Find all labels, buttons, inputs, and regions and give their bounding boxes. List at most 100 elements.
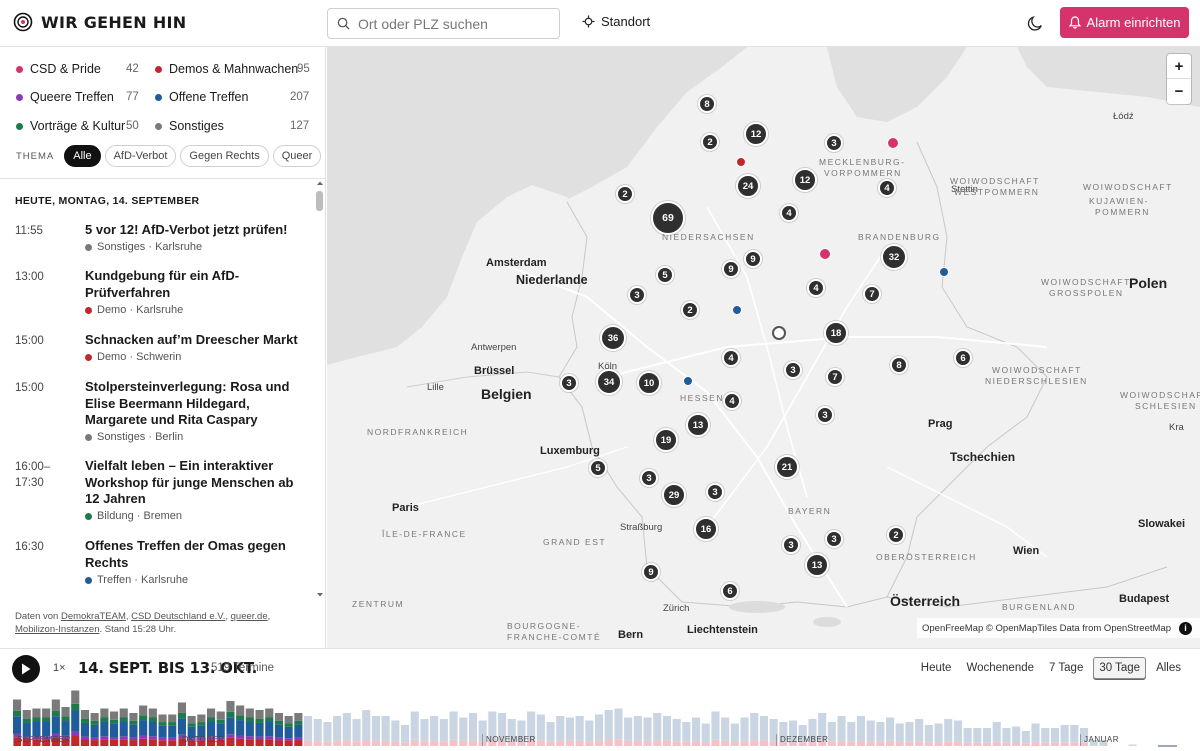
day-bar[interactable] bbox=[644, 718, 652, 747]
day-bar[interactable] bbox=[605, 710, 613, 746]
event-pin[interactable] bbox=[683, 376, 693, 386]
event-item[interactable]: 15:00 Stolpersteinverlegung: Rosa und El… bbox=[15, 379, 310, 451]
day-bar[interactable] bbox=[721, 718, 729, 747]
day-bar[interactable] bbox=[450, 712, 458, 747]
day-bar[interactable] bbox=[741, 718, 749, 747]
logo[interactable]: WIR GEHEN HIN bbox=[13, 12, 186, 32]
day-bar[interactable] bbox=[537, 715, 545, 747]
day-bar[interactable] bbox=[110, 712, 118, 747]
day-bar[interactable] bbox=[944, 719, 952, 746]
event-item[interactable]: 13:00 Kundgebung für ein AfD-Prüfverfahr… bbox=[15, 268, 310, 324]
day-bar[interactable] bbox=[265, 709, 273, 747]
day-bar[interactable] bbox=[867, 721, 875, 747]
period-alles[interactable]: Alles bbox=[1151, 657, 1186, 679]
day-bar[interactable] bbox=[1129, 745, 1137, 747]
day-bar[interactable] bbox=[343, 713, 351, 746]
day-bar[interactable] bbox=[353, 719, 361, 746]
day-bar[interactable] bbox=[964, 728, 972, 746]
day-bar[interactable] bbox=[925, 725, 933, 746]
day-bar[interactable] bbox=[682, 722, 690, 746]
event-cluster[interactable]: 9 bbox=[744, 250, 762, 268]
day-bar[interactable] bbox=[595, 715, 603, 747]
day-bar[interactable] bbox=[1061, 725, 1069, 746]
category-sonstiges[interactable]: Sonstiges 127 bbox=[155, 117, 315, 135]
day-bar[interactable] bbox=[323, 722, 331, 746]
day-bar[interactable] bbox=[81, 710, 89, 746]
event-cluster[interactable]: 21 bbox=[775, 455, 799, 479]
event-cluster[interactable]: 5 bbox=[656, 266, 674, 284]
event-cluster[interactable]: 13 bbox=[805, 553, 829, 577]
category-vortraege[interactable]: Vorträge & Kultur 50 bbox=[16, 117, 146, 135]
day-bar[interactable] bbox=[411, 712, 419, 747]
day-bar[interactable] bbox=[362, 710, 370, 746]
event-cluster[interactable]: 24 bbox=[736, 174, 760, 198]
event-cluster[interactable]: 34 bbox=[596, 369, 622, 395]
event-item[interactable]: 16:00–17:30 Vielfalt leben – Ein interak… bbox=[15, 458, 310, 530]
day-bar[interactable] bbox=[1012, 727, 1020, 747]
day-bar[interactable] bbox=[1051, 728, 1059, 746]
period-heute[interactable]: Heute bbox=[916, 657, 957, 679]
chip-afd-verbot[interactable]: AfD-Verbot bbox=[105, 145, 177, 167]
event-cluster[interactable]: 3 bbox=[784, 361, 802, 379]
chip-gegen-rechts[interactable]: Gegen Rechts bbox=[180, 145, 268, 167]
category-demos[interactable]: Demos & Mahnwachen 95 bbox=[155, 60, 315, 78]
event-pin[interactable] bbox=[887, 137, 899, 149]
day-bar[interactable] bbox=[256, 710, 264, 746]
day-bar[interactable] bbox=[556, 716, 564, 746]
event-cluster[interactable]: 9 bbox=[722, 260, 740, 278]
day-bar[interactable] bbox=[391, 721, 399, 747]
event-pin[interactable] bbox=[732, 305, 742, 315]
event-cluster[interactable]: 32 bbox=[881, 244, 907, 270]
event-cluster[interactable]: 16 bbox=[694, 517, 718, 541]
day-bar[interactable] bbox=[905, 722, 913, 746]
event-cluster[interactable]: 7 bbox=[826, 368, 844, 386]
day-bar[interactable] bbox=[1022, 731, 1030, 746]
day-bar[interactable] bbox=[459, 718, 467, 747]
standort-button[interactable]: Standort bbox=[582, 14, 650, 29]
event-cluster[interactable]: 19 bbox=[654, 428, 678, 452]
event-item[interactable]: 16:30 Offenes Treffen der Omas gegen Rec… bbox=[15, 538, 310, 594]
day-bar[interactable] bbox=[576, 716, 584, 746]
zoom-out-button[interactable]: − bbox=[1167, 79, 1191, 104]
event-cluster[interactable]: 4 bbox=[878, 179, 896, 197]
search-box[interactable] bbox=[327, 8, 560, 39]
info-icon[interactable]: i bbox=[1179, 622, 1192, 635]
event-list[interactable]: HEUTE, MONTAG, 14. SEPTEMBER 11:55 5 vor… bbox=[0, 178, 326, 604]
day-bar[interactable] bbox=[983, 728, 991, 746]
day-bar[interactable] bbox=[566, 718, 574, 747]
period-7-tage[interactable]: 7 Tage bbox=[1044, 657, 1088, 679]
event-cluster[interactable]: 4 bbox=[723, 392, 741, 410]
day-bar[interactable] bbox=[469, 713, 477, 746]
event-cluster[interactable]: 3 bbox=[782, 536, 800, 554]
day-bar[interactable] bbox=[896, 724, 904, 747]
event-cluster[interactable]: 3 bbox=[628, 286, 646, 304]
day-bar[interactable] bbox=[275, 713, 283, 746]
scrollbar[interactable] bbox=[314, 179, 326, 604]
day-bar[interactable] bbox=[71, 691, 79, 747]
source-link[interactable]: Mobilizon-Instanzen bbox=[15, 624, 100, 635]
day-bar[interactable] bbox=[304, 716, 312, 746]
day-bar[interactable] bbox=[624, 718, 632, 747]
event-cluster[interactable]: 5 bbox=[589, 459, 607, 477]
attribution-text[interactable]: OpenFreeMap © OpenMapTiles Data from Ope… bbox=[922, 623, 1171, 634]
day-bar[interactable] bbox=[139, 706, 147, 747]
event-cluster[interactable]: 36 bbox=[600, 325, 626, 351]
scrollbar-thumb[interactable] bbox=[316, 191, 323, 211]
event-cluster[interactable]: 29 bbox=[662, 483, 686, 507]
event-cluster[interactable]: 2 bbox=[887, 526, 905, 544]
event-cluster[interactable]: 8 bbox=[698, 95, 716, 113]
search-input[interactable] bbox=[358, 16, 548, 32]
day-bar[interactable] bbox=[692, 718, 700, 747]
day-bar[interactable] bbox=[294, 713, 302, 746]
event-cluster[interactable]: 13 bbox=[686, 413, 710, 437]
day-bar[interactable] bbox=[149, 709, 157, 747]
day-bar[interactable] bbox=[857, 716, 865, 746]
day-bar[interactable] bbox=[673, 719, 681, 746]
category-offen[interactable]: Offene Treffen 207 bbox=[155, 88, 315, 106]
day-bar[interactable] bbox=[420, 719, 428, 746]
day-bar[interactable] bbox=[1032, 724, 1040, 747]
day-bar[interactable] bbox=[954, 721, 962, 747]
day-bar[interactable] bbox=[285, 716, 293, 746]
event-cluster[interactable]: 3 bbox=[560, 374, 578, 392]
day-bar[interactable] bbox=[372, 716, 380, 746]
